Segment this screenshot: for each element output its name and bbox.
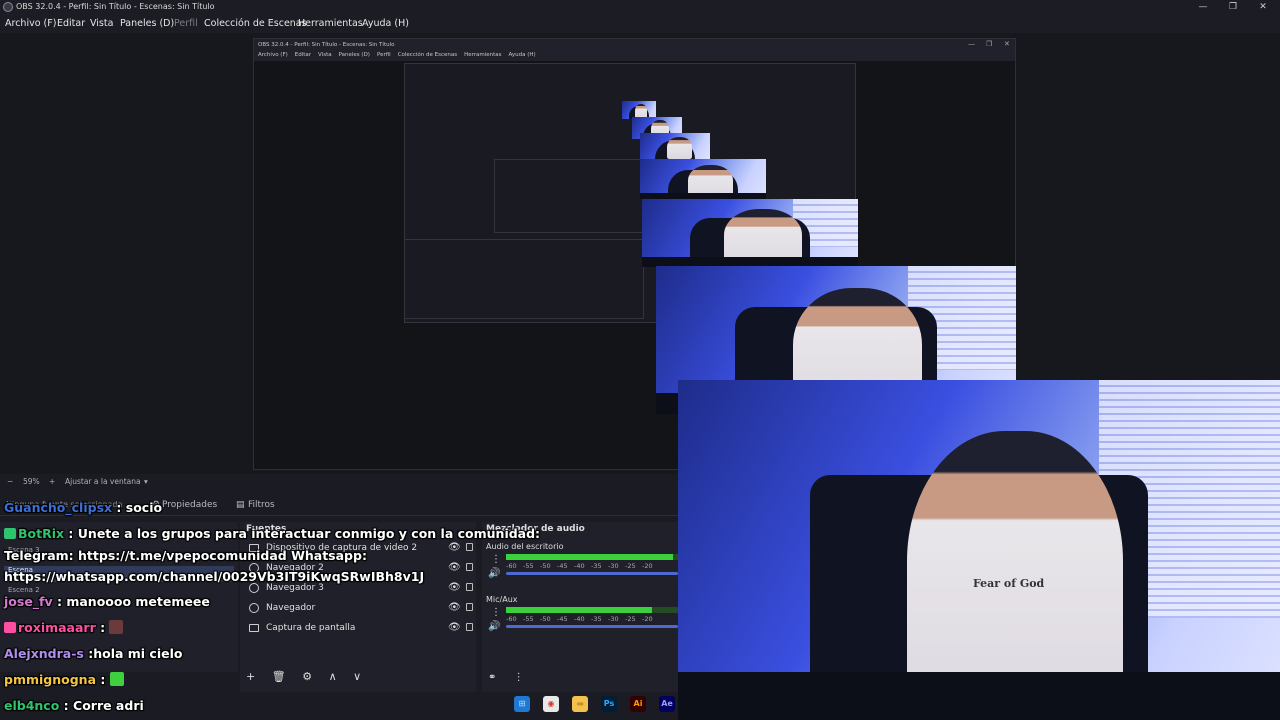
chat-username: Guancho_clipsx bbox=[4, 500, 113, 515]
nested-minimize-icon: — bbox=[968, 40, 975, 48]
chat-message: jose_fv : manoooo metemeee bbox=[4, 594, 210, 609]
chat-username: Alejxndra-s bbox=[4, 646, 84, 661]
after-effects-icon[interactable]: Ae bbox=[659, 696, 675, 712]
zoom-in-button[interactable]: + bbox=[49, 477, 55, 486]
chrome-icon[interactable]: ◉ bbox=[543, 696, 559, 712]
photoshop-icon[interactable]: Ps bbox=[601, 696, 617, 712]
menu-docks[interactable]: Paneles (D) bbox=[120, 18, 174, 29]
nested-restore-icon: ❐ bbox=[986, 40, 993, 48]
chat-message: Alejxndra-s :hola mi cielo bbox=[4, 646, 182, 661]
menu-bar: Archivo (F) Editar Vista Paneles (D) Per… bbox=[0, 15, 1280, 33]
chat-badge-icon bbox=[4, 622, 16, 633]
shirt-logo-text: Fear of God bbox=[972, 577, 1045, 591]
chat-message: https://whatsapp.com/channel/0029Vb3IT9i… bbox=[4, 569, 424, 584]
chevron-down-icon[interactable]: ▾ bbox=[144, 477, 148, 486]
menu-help[interactable]: Ayuda (H) bbox=[362, 18, 409, 29]
nested-menubar: Archivo (F) Editar Vista Paneles (D) Per… bbox=[254, 51, 1015, 61]
chat-emote-icon bbox=[109, 620, 124, 634]
zoom-bar: − 59% + Ajustar a la ventana ▾ bbox=[0, 474, 680, 489]
chat-text: : Corre adri bbox=[59, 698, 144, 713]
menu-profile[interactable]: Perfil bbox=[174, 18, 198, 29]
nested-titlebar: OBS 32.0.4 - Perfil: Sin Título - Escena… bbox=[254, 39, 1015, 51]
fit-to-window-select[interactable]: Ajustar a la ventana bbox=[65, 477, 141, 486]
chat-message: Telegram: https://t.me/vpepocomunidad Wh… bbox=[4, 548, 367, 563]
chat-username: BotRix bbox=[18, 526, 65, 541]
menu-edit[interactable]: Editar bbox=[57, 18, 85, 29]
illustrator-icon[interactable]: Ai bbox=[630, 696, 646, 712]
chat-text: : manoooo metemeee bbox=[52, 594, 210, 609]
chat-text: : Unete a los grupos para interactuar co… bbox=[64, 526, 541, 541]
chat-badge-icon bbox=[4, 528, 16, 539]
nested-window-level-3 bbox=[494, 159, 644, 233]
menu-file[interactable]: Archivo (F) bbox=[5, 18, 56, 29]
window-titlebar: OBS 32.0.4 - Perfil: Sin Título - Escena… bbox=[0, 0, 1280, 15]
close-button[interactable]: ✕ bbox=[1248, 0, 1278, 15]
webcam-feed: Fear of God bbox=[678, 380, 1280, 720]
minimize-button[interactable]: — bbox=[1188, 0, 1218, 15]
chat-text: : socio bbox=[112, 500, 163, 515]
folder-icon[interactable]: ▬ bbox=[572, 696, 588, 712]
restore-button[interactable]: ❐ bbox=[1218, 0, 1248, 15]
chat-message: pmmignogna : bbox=[4, 672, 124, 687]
windows-start-icon[interactable]: ⊞ bbox=[514, 696, 530, 712]
menu-view[interactable]: Vista bbox=[90, 18, 113, 29]
chat-username: pmmignogna bbox=[4, 672, 96, 687]
zoom-value: 59% bbox=[23, 477, 40, 486]
zoom-out-button[interactable]: − bbox=[7, 477, 13, 486]
chat-text: :hola mi cielo bbox=[83, 646, 183, 661]
chat-username: jose_fv bbox=[4, 594, 53, 609]
chat-message: BotRix : Unete a los grupos para interac… bbox=[4, 526, 540, 541]
chat-message: roximaaarr : bbox=[4, 620, 124, 635]
camera-recursive-4 bbox=[640, 133, 710, 159]
chat-message: elb4nco : Corre adri bbox=[4, 698, 144, 713]
chat-message: Guancho_clipsx : socio bbox=[4, 500, 162, 515]
chat-overlay: Guancho_clipsx : socio BotRix : Unete a … bbox=[0, 496, 680, 720]
menu-tools[interactable]: Herramientas bbox=[298, 18, 363, 29]
nested-panel-level-2 bbox=[404, 239, 644, 319]
taskbar: ⊞ ◉ ▬ Ps Ai Ae bbox=[500, 692, 680, 716]
chat-text: : bbox=[96, 672, 110, 687]
chat-emote-icon bbox=[109, 672, 124, 686]
window-title: OBS 32.0.4 - Perfil: Sin Título - Escena… bbox=[16, 2, 215, 11]
camera-recursive-2 bbox=[642, 199, 858, 267]
chat-text: : bbox=[95, 620, 110, 635]
chat-username: elb4nco bbox=[4, 698, 60, 713]
obs-app-icon bbox=[3, 2, 13, 12]
chat-text: Telegram: https://t.me/vpepocomunidad Wh… bbox=[4, 548, 367, 563]
chat-username: roximaaarr bbox=[18, 620, 96, 635]
chat-text: https://whatsapp.com/channel/0029Vb3IT9i… bbox=[4, 569, 425, 584]
nested-title: OBS 32.0.4 - Perfil: Sin Título - Escena… bbox=[258, 42, 395, 48]
camera-recursive-3 bbox=[640, 159, 766, 199]
nested-close-icon: ✕ bbox=[1004, 40, 1010, 48]
menu-scene-collection[interactable]: Colección de Escenas bbox=[204, 18, 307, 29]
